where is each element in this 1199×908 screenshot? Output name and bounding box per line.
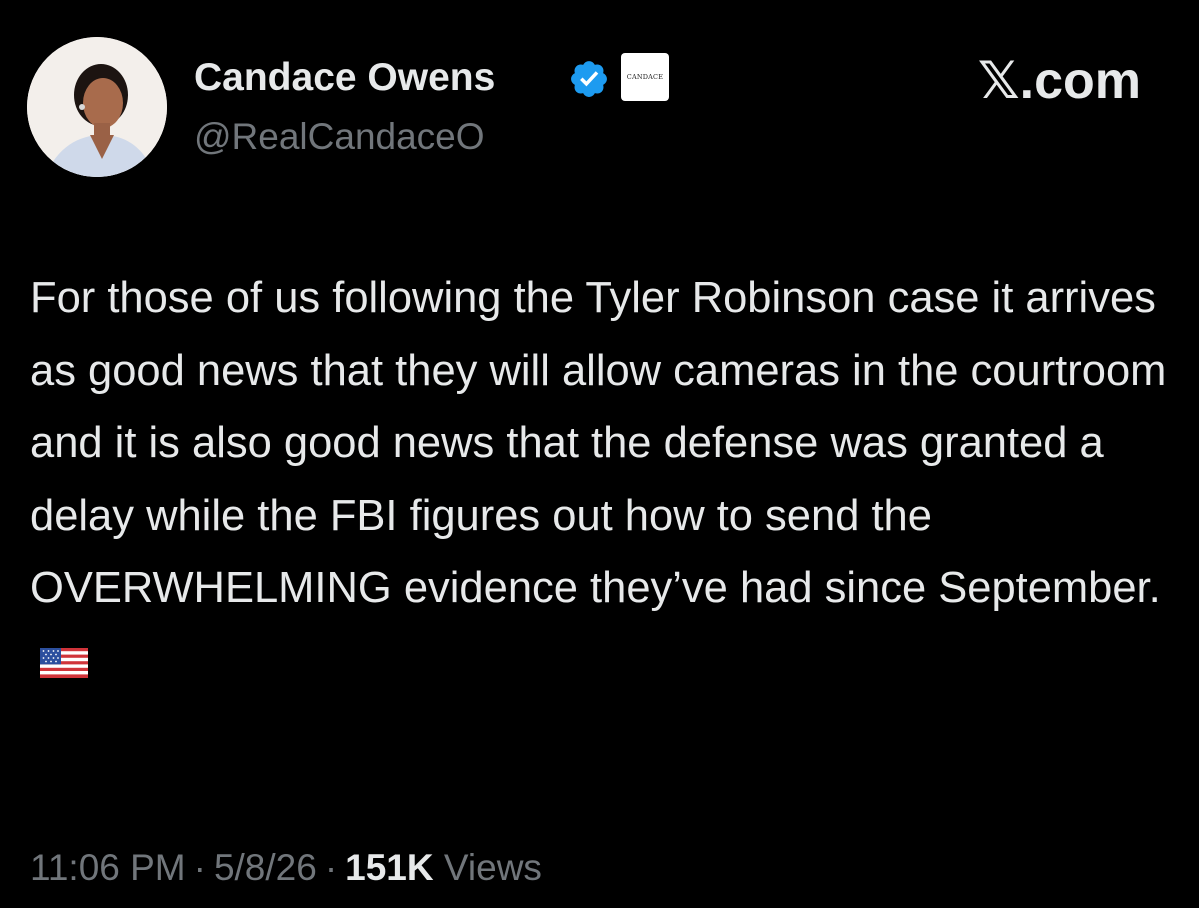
affiliate-badge-label: CANDACE: [626, 73, 664, 81]
author-handle[interactable]: @RealCandaceO: [194, 114, 485, 160]
us-flag-icon: [40, 628, 88, 701]
views-count: 151K: [345, 847, 434, 888]
views-label: Views: [443, 847, 542, 888]
tweet-meta: 11:06 PM · 5/8/26 · 151K Views: [30, 843, 542, 893]
tweet-time[interactable]: 11:06 PM: [30, 847, 186, 888]
meta-separator: ·: [324, 847, 338, 888]
meta-separator: ·: [193, 847, 206, 888]
tweet-text: For those of us following the Tyler Robi…: [30, 262, 1175, 700]
tweet-date[interactable]: 5/8/26: [214, 847, 317, 888]
author-display-name[interactable]: Candace Owens: [194, 54, 495, 102]
tweet-text-content: For those of us following the Tyler Robi…: [30, 274, 1167, 612]
verified-badge-icon[interactable]: [568, 58, 610, 100]
affiliate-badge[interactable]: CANDACE: [621, 53, 669, 101]
x-logo-text: 𝕏.com: [977, 52, 1141, 110]
avatar[interactable]: [27, 37, 167, 177]
